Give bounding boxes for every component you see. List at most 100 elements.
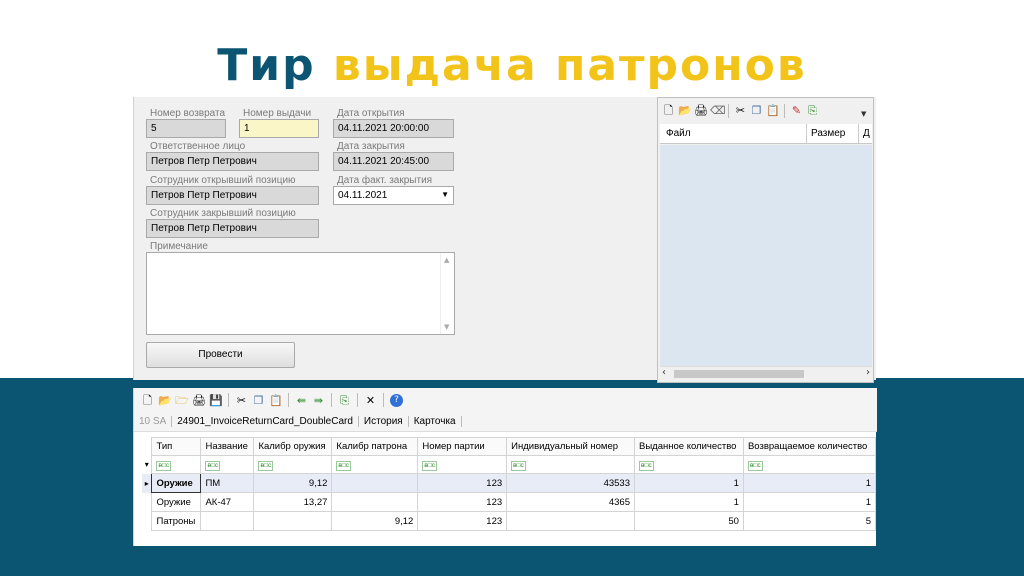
tab-invoice-return-card[interactable]: 24901_InvoiceReturnCard_DoubleCard <box>172 416 359 427</box>
copy-icon[interactable]: ❐ <box>252 394 265 407</box>
copy-icon[interactable]: ❐ <box>750 104 763 117</box>
table-row[interactable]: ▸ Оружие ПМ 9,12 123 43533 1 1 <box>142 473 877 493</box>
table-row[interactable]: Оружие АК-47 13,27 123 4365 1 1 <box>142 492 877 512</box>
chevron-down-icon[interactable]: ▼ <box>441 190 449 199</box>
cell-name[interactable]: АК-47 <box>200 492 255 512</box>
cell-type[interactable]: Патроны <box>151 511 202 531</box>
cell-issued[interactable]: 1 <box>634 473 744 493</box>
scroll-left-icon[interactable]: ‹ <box>662 367 666 378</box>
note-scrollbar[interactable]: ▲ ▼ <box>440 253 454 334</box>
forward-icon[interactable]: ⇛ <box>312 394 325 407</box>
export-icon[interactable]: ⎘ <box>806 104 819 117</box>
open-icon[interactable]: 📂 <box>678 104 692 117</box>
back-icon[interactable]: ⇚ <box>295 394 308 407</box>
closed-by-field[interactable]: Петров Петр Петрович <box>146 219 319 238</box>
filter-cell[interactable]: ᴃ□c <box>742 455 877 474</box>
cell-individual-number[interactable]: 4365 <box>506 492 635 512</box>
edit-icon[interactable]: ✎ <box>790 104 803 117</box>
col-file[interactable]: Файл <box>666 128 691 139</box>
return-no-field[interactable]: 5 <box>146 119 226 138</box>
save-icon[interactable]: 💾 <box>209 394 223 407</box>
col-size[interactable]: Размер <box>806 124 845 143</box>
cut-icon[interactable]: ✂ <box>235 394 248 407</box>
files-list[interactable] <box>660 145 872 366</box>
scroll-right-icon[interactable]: › <box>866 367 870 378</box>
cell-returned[interactable]: 1 <box>742 492 877 512</box>
filter-icon: ᴃ□c <box>747 460 763 471</box>
cell-type[interactable]: Оружие <box>151 473 202 493</box>
responsible-field[interactable]: Петров Петр Петрович <box>146 152 319 171</box>
cell-name[interactable] <box>200 511 255 531</box>
filter-cell[interactable]: ᴃ□c <box>151 455 202 474</box>
actual-close-date-select[interactable]: 04.11.2021 ▼ <box>333 186 454 205</box>
filter-icon: ᴃ□c <box>258 460 274 471</box>
cell-weapon-caliber[interactable]: 9,12 <box>253 473 333 493</box>
open-date-field[interactable]: 04.11.2021 20:00:00 <box>333 119 454 138</box>
scroll-up-icon[interactable]: ▲ <box>444 256 449 264</box>
eraser-icon[interactable]: ⌫ <box>710 104 726 117</box>
print-icon[interactable]: 🖨 <box>192 394 206 407</box>
col-issued-qty[interactable]: Выданное количество <box>634 437 744 456</box>
filter-cell[interactable]: ᴃ□c <box>200 455 255 474</box>
submit-button[interactable]: Провести <box>146 342 295 368</box>
issue-no-label: Номер выдачи <box>243 108 312 119</box>
open-icon[interactable]: 📂 <box>158 394 172 407</box>
filter-cell[interactable]: ᴃ□c <box>634 455 744 474</box>
col-weapon-caliber[interactable]: Калибр оружия <box>253 437 333 456</box>
help-icon[interactable]: ? <box>390 393 403 407</box>
scroll-down-icon[interactable]: ▼ <box>444 323 449 331</box>
filter-funnel-icon[interactable]: ▾ <box>142 456 152 474</box>
title-part1: Тир <box>217 40 316 91</box>
new-icon[interactable]: 🗋 <box>662 104 675 117</box>
cell-name[interactable]: ПМ <box>200 473 255 493</box>
issue-no-field[interactable]: 1 <box>239 119 319 138</box>
cell-ammo-caliber[interactable] <box>331 492 419 512</box>
table-row[interactable]: Патроны 9,12 123 50 5 <box>142 511 877 531</box>
cell-batch[interactable]: 123 <box>417 492 508 512</box>
files-header: Файл Размер Д <box>660 124 872 144</box>
close-date-field[interactable]: 04.11.2021 20:45:00 <box>333 152 454 171</box>
toolbar-overflow-icon[interactable]: ▼ <box>861 110 871 120</box>
filter-cell[interactable]: ᴃ□c <box>253 455 333 474</box>
cell-weapon-caliber[interactable]: 13,27 <box>253 492 333 512</box>
files-hscrollbar[interactable]: ‹ › <box>660 366 872 380</box>
paste-icon[interactable]: 📋 <box>766 104 780 117</box>
cell-returned[interactable]: 1 <box>742 473 877 493</box>
col-individual-number[interactable]: Индивидуальный номер <box>506 437 635 456</box>
col-date[interactable]: Д <box>858 124 870 143</box>
note-textarea[interactable]: ▲ ▼ <box>146 252 455 335</box>
tab-card[interactable]: Карточка <box>409 416 462 427</box>
slide: Тир выдача патронов Номер возврата 5 Ном… <box>0 0 1024 576</box>
paste-icon[interactable]: 📋 <box>269 394 283 407</box>
opened-by-field[interactable]: Петров Петр Петрович <box>146 186 319 205</box>
cell-individual-number[interactable]: 43533 <box>506 473 635 493</box>
cell-individual-number[interactable] <box>506 511 635 531</box>
toolbar-separator <box>357 393 358 407</box>
cell-ammo-caliber[interactable]: 9,12 <box>331 511 419 531</box>
open-folder-icon[interactable]: 🗁 <box>175 394 189 407</box>
cell-issued[interactable]: 50 <box>634 511 744 531</box>
filter-cell[interactable]: ᴃ□c <box>331 455 419 474</box>
new-icon[interactable]: 🗋 <box>141 394 154 407</box>
print-icon[interactable]: 🖨 <box>694 104 708 117</box>
col-ammo-caliber[interactable]: Калибр патрона <box>331 437 419 456</box>
cell-type[interactable]: Оружие <box>151 492 202 512</box>
cell-weapon-caliber[interactable] <box>253 511 333 531</box>
cut-icon[interactable]: ✂ <box>734 104 747 117</box>
delete-icon[interactable]: ✕ <box>364 394 377 407</box>
export-icon[interactable]: ⎘ <box>338 394 351 407</box>
col-name[interactable]: Название <box>200 437 255 456</box>
cell-returned[interactable]: 5 <box>742 511 877 531</box>
tab-sa[interactable]: 10 SA <box>134 416 173 427</box>
filter-cell[interactable]: ᴃ□c <box>417 455 508 474</box>
cell-issued[interactable]: 1 <box>634 492 744 512</box>
tab-history[interactable]: История <box>359 416 409 427</box>
cell-batch[interactable]: 123 <box>417 511 508 531</box>
col-returned-qty[interactable]: Возвращаемое количество <box>742 437 877 456</box>
scroll-thumb[interactable] <box>674 370 804 378</box>
col-type[interactable]: Тип <box>151 437 202 456</box>
cell-ammo-caliber[interactable] <box>331 473 419 493</box>
col-batch-number[interactable]: Номер партии <box>417 437 508 456</box>
filter-cell[interactable]: ᴃ□c <box>506 455 635 474</box>
cell-batch[interactable]: 123 <box>417 473 508 493</box>
